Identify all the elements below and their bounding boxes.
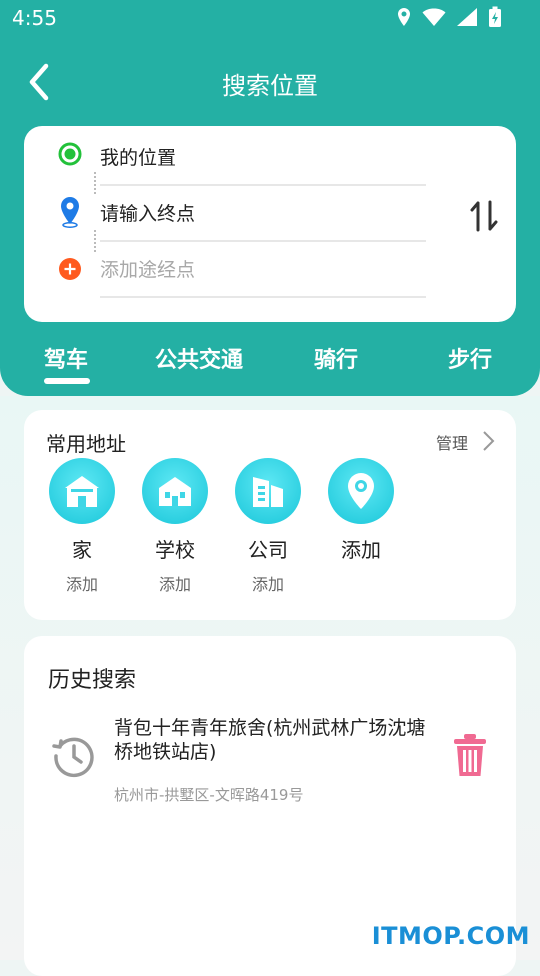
status-icons	[396, 6, 502, 32]
travel-mode-tabs: 驾车 公共交通 骑行 步行	[0, 336, 540, 390]
history-place-name: 背包十年青年旅舍(杭州武林广场沈塘桥地铁站店)	[114, 717, 426, 763]
route-connector	[94, 230, 98, 252]
swap-vertical-icon	[470, 200, 498, 232]
add-waypoint-icon	[58, 257, 82, 285]
history-title: 历史搜索	[48, 668, 137, 693]
shortcut-label: 家	[72, 538, 92, 562]
waypoint-placeholder: 添加途经点	[100, 259, 196, 281]
shortcut-sub: 添加	[251, 575, 284, 594]
shortcut-label: 添加	[341, 538, 381, 562]
battery-icon	[488, 6, 502, 32]
trash-icon	[454, 734, 486, 776]
history-clock-icon	[50, 732, 98, 780]
tab-drive[interactable]: 驾车	[44, 342, 88, 374]
origin-field[interactable]: 我的位置	[100, 128, 426, 186]
frequent-addresses-card: 常用地址 管理 家 添加 学校 添加 公司 添加 添加	[24, 410, 516, 620]
school-icon	[142, 458, 208, 524]
tab-public-transit[interactable]: 公共交通	[155, 342, 243, 374]
signal-icon	[456, 7, 478, 31]
origin-icon	[58, 142, 82, 170]
office-building-icon	[235, 458, 301, 524]
location-icon	[396, 7, 412, 31]
destination-placeholder: 请输入终点	[100, 203, 196, 225]
delete-history-button[interactable]	[452, 732, 488, 778]
shortcut-label: 学校	[155, 538, 195, 562]
shortcut-label: 公司	[248, 538, 288, 562]
shortcut-school[interactable]: 学校 添加	[135, 458, 215, 595]
wifi-icon	[422, 7, 446, 31]
destination-pin-icon	[59, 196, 81, 232]
watermark: ITMOP.COM	[371, 922, 530, 950]
shortcut-office[interactable]: 公司 添加	[228, 458, 308, 595]
history-place-address: 杭州市-拱墅区-文晖路419号	[114, 786, 304, 804]
page-title: 搜索位置	[222, 72, 318, 100]
tab-walking[interactable]: 步行	[448, 342, 492, 374]
location-pin-icon	[328, 458, 394, 524]
chevron-right-icon[interactable]	[482, 430, 496, 452]
shortcut-sub: 添加	[158, 575, 191, 594]
home-icon	[49, 458, 115, 524]
waypoint-field[interactable]: 添加途经点	[100, 240, 426, 298]
swap-button[interactable]	[466, 196, 502, 236]
title-bar: 搜索位置	[0, 50, 540, 114]
shortcut-sub: 添加	[65, 575, 98, 594]
destination-field[interactable]: 请输入终点	[100, 184, 426, 242]
frequent-addresses-title: 常用地址	[46, 432, 126, 456]
status-bar: 4:55	[0, 0, 540, 36]
manage-link[interactable]: 管理	[436, 430, 468, 454]
status-time: 4:55	[12, 6, 57, 30]
shortcut-add[interactable]: 添加	[321, 458, 401, 563]
shortcut-home[interactable]: 家 添加	[42, 458, 122, 595]
tab-indicator	[44, 378, 90, 384]
route-connector	[94, 172, 98, 194]
route-card: 我的位置 请输入终点 添加途经点	[24, 126, 516, 322]
tab-cycling[interactable]: 骑行	[314, 342, 358, 374]
origin-text: 我的位置	[100, 147, 177, 169]
